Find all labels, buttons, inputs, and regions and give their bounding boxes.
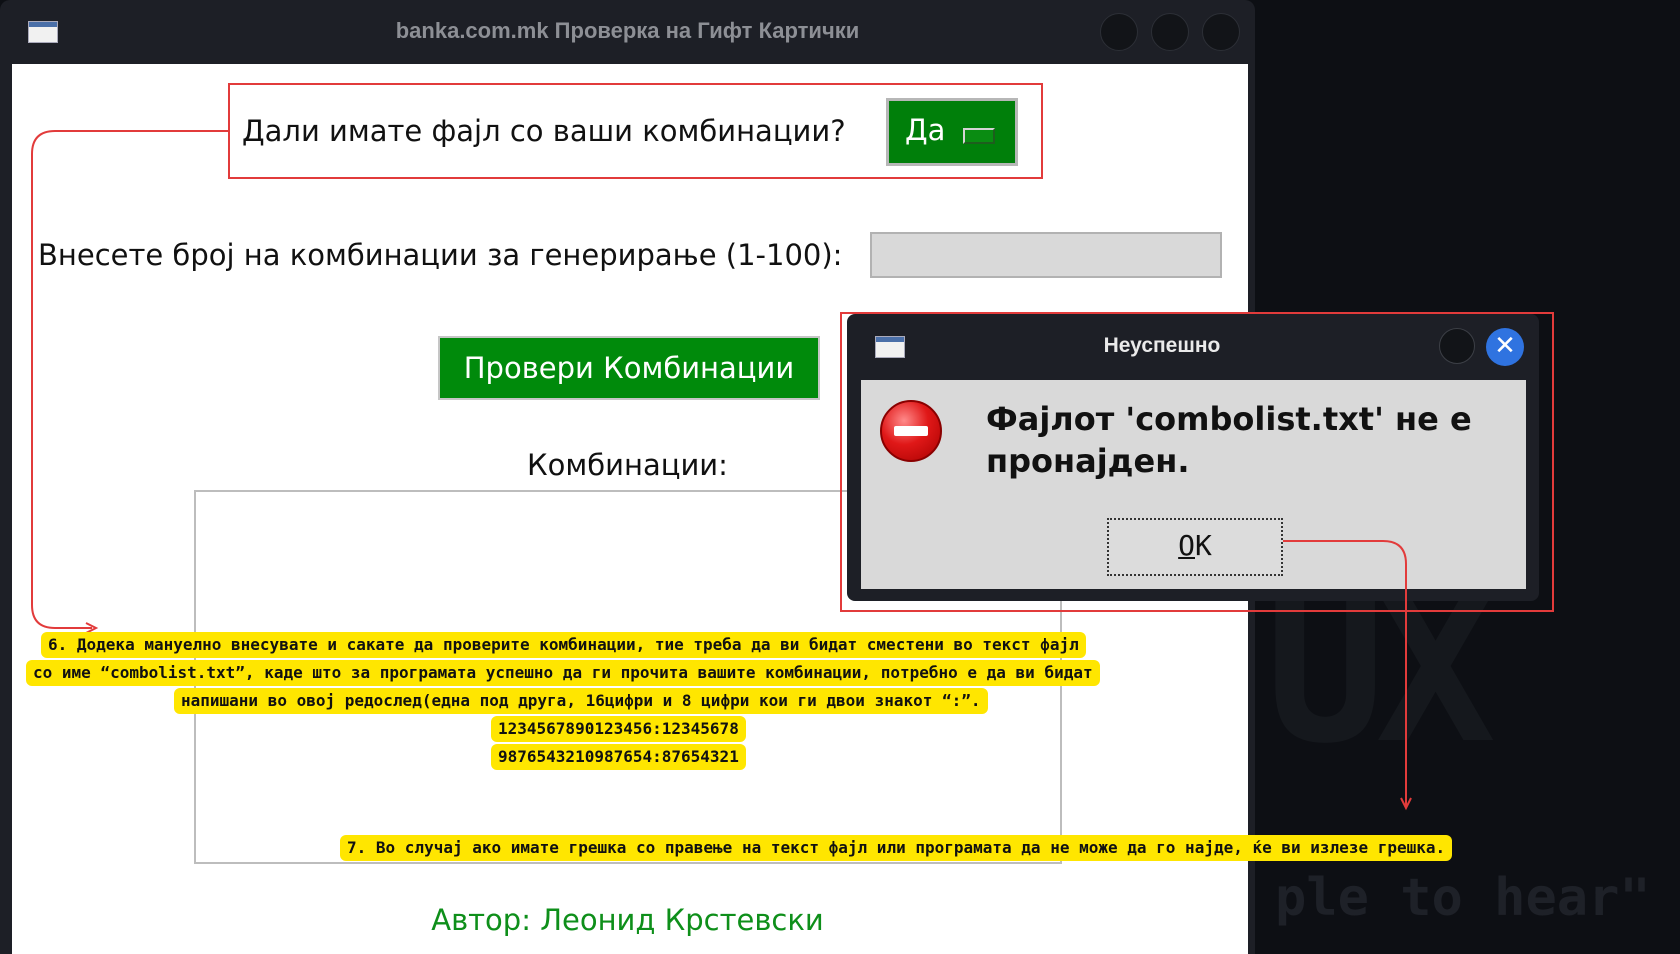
annotation-example-1: 1234567890123456:12345678	[491, 716, 746, 742]
annotation-note-6-line-2: со име “combolist.txt”, каде што за прог…	[26, 660, 1100, 686]
annotation-note-6-line-3: напишани во овој редослед(една под друга…	[174, 688, 988, 714]
annotation-note-7: 7. Во случај ако имате грешка со правење…	[340, 835, 1453, 861]
annotation-note-6-line-1: 6. Додека мануелно внесувате и сакате да…	[41, 632, 1086, 658]
annotation-arrows	[31, 130, 1412, 811]
annotation-example-2: 9876543210987654:87654321	[491, 744, 746, 770]
